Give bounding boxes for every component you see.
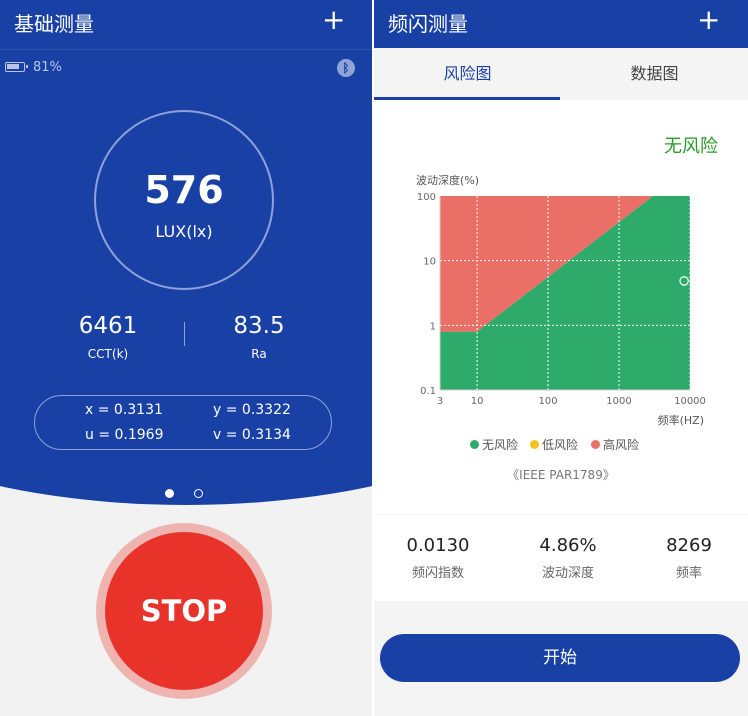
y-tick-label: 10 [423, 257, 436, 268]
legend-item-low-risk: 低风险 [530, 436, 578, 453]
y-tick-labels: 0.1 1 10 100 [417, 192, 436, 397]
page-dot-2[interactable] [194, 489, 203, 498]
y-tick-label: 100 [417, 192, 436, 203]
metric-separator [184, 322, 185, 346]
x-tick-label: 1000 [606, 396, 631, 407]
legend-item-no-risk: 无风险 [470, 436, 518, 453]
modulation-depth-value: 4.86% [539, 535, 597, 556]
legend-label-high-risk: 高风险 [603, 438, 640, 452]
basic-measure-header: 基础测量 + [0, 0, 372, 48]
standard-reference: 《IEEE PAR1789》 [507, 468, 615, 482]
legend-dot-low-risk [530, 440, 539, 449]
header-divider [0, 49, 372, 50]
coord-y: y = 0.3322 [213, 402, 291, 418]
stop-button[interactable]: STOP [105, 532, 263, 690]
lux-unit: LUX(lx) [155, 222, 213, 241]
battery-percent: 81% [33, 60, 62, 75]
flicker-measure-header: 频闪测量 + [374, 0, 748, 48]
legend-label-low-risk: 低风险 [542, 438, 579, 452]
cct-label: CCT(k) [87, 347, 129, 361]
battery-icon [5, 62, 28, 72]
page-dot-1[interactable] [165, 489, 174, 498]
ra-value: 83.5 [233, 313, 285, 339]
risk-chart-card: 无风险 3 10 100 1000 10000 0.1 1 10 100 波动深度(%) 频率… [374, 100, 748, 514]
add-icon[interactable]: + [697, 4, 720, 36]
coord-v: v = 0.3134 [213, 427, 291, 443]
battery-fill [7, 64, 20, 69]
page-title: 基础测量 [14, 12, 94, 36]
lux-gauge: 576 LUX(lx) [94, 110, 274, 290]
basic-measure-screen: 基础测量 + 81% ᛒ 576 LUX(lx) 6461 CCT(k) 83.… [0, 0, 372, 716]
coord-x: x = 0.3131 [85, 402, 163, 418]
modulation-depth-label: 波动深度 [541, 566, 594, 581]
bluetooth-icon[interactable]: ᛒ [337, 59, 355, 77]
chromaticity-box: x = 0.3131 y = 0.3322 u = 0.1969 v = 0.3… [34, 395, 332, 450]
coord-u: u = 0.1969 [85, 427, 164, 443]
page-title: 频闪测量 [388, 12, 468, 36]
y-tick-label: 1 [430, 321, 436, 332]
lux-value: 576 [144, 168, 224, 212]
tab-risk-chart[interactable]: 风险图 [374, 48, 561, 100]
tab-bar: 风险图 数据图 [374, 48, 748, 100]
frequency-value: 8269 [666, 535, 712, 556]
start-button[interactable]: 开始 [380, 634, 740, 682]
x-tick-label: 3 [437, 396, 443, 407]
y-axis-title: 波动深度(%) [416, 173, 479, 187]
flicker-measure-screen: 频闪测量 + 风险图 数据图 无风险 3 10 100 1000 10000 0.1 1 1… [374, 0, 748, 716]
tab-data-chart[interactable]: 数据图 [561, 48, 748, 100]
battery-nub [26, 65, 28, 68]
legend-label-no-risk: 无风险 [482, 438, 519, 452]
flicker-stats: 0.0130 频闪指数 4.86% 波动深度 8269 频率 [374, 515, 748, 601]
add-icon[interactable]: + [322, 4, 345, 36]
measurement-point [679, 276, 689, 286]
y-tick-label: 0.1 [420, 386, 436, 397]
x-tick-label: 10000 [674, 396, 706, 407]
flicker-index-label: 频闪指数 [411, 566, 464, 581]
cct-value: 6461 [78, 313, 138, 339]
frequency-label: 频率 [675, 566, 702, 581]
legend-dot-no-risk [470, 440, 479, 449]
x-tick-label: 10 [471, 396, 484, 407]
flicker-index-value: 0.0130 [406, 535, 470, 556]
x-tick-labels: 3 10 100 1000 10000 [437, 396, 706, 407]
legend-dot-high-risk [591, 440, 600, 449]
legend-item-high-risk: 高风险 [591, 436, 639, 453]
x-axis-title: 频率(HZ) [658, 413, 704, 427]
x-tick-label: 100 [539, 396, 558, 407]
ra-label: Ra [251, 347, 267, 361]
